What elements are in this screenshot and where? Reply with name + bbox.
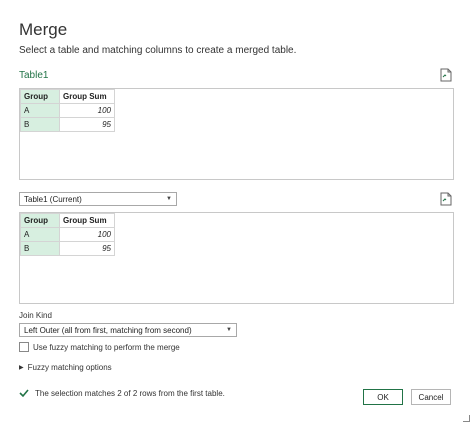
table-row: B 95 [20,241,115,256]
first-table-header-group-sum[interactable]: Group Sum [59,89,115,104]
fuzzy-options-label: Fuzzy matching options [27,363,112,372]
cancel-button[interactable]: Cancel [411,389,451,405]
table-cell: B [20,117,60,132]
fuzzy-matching-checkbox[interactable] [19,342,29,352]
fuzzy-matching-checkbox-label: Use fuzzy matching to perform the merge [33,342,180,352]
second-table-dropdown[interactable]: Table1 (Current) ▼ [19,192,177,206]
first-table-panel: Group Group Sum A 100 B 95 [19,88,454,180]
table-cell: 100 [59,103,115,118]
table-cell: A [20,227,60,242]
preview-file-icon[interactable] [440,192,452,211]
dialog-title: Merge [19,20,68,39]
table-row: A 100 [20,227,115,242]
second-table-dropdown-value: Table1 (Current) [24,194,82,204]
dialog-subtitle: Select a table and matching columns to c… [19,45,297,56]
join-kind-value: Left Outer (all from first, matching fro… [24,325,192,335]
second-table-header-group-sum[interactable]: Group Sum [59,213,115,228]
chevron-down-icon: ▼ [226,327,232,333]
table-cell: 100 [59,227,115,242]
first-table-grid: Group Group Sum A 100 B 95 [20,89,115,132]
second-table-panel: Group Group Sum A 100 B 95 [19,212,454,304]
fuzzy-matching-checkbox-row[interactable]: Use fuzzy matching to perform the merge [19,342,180,352]
second-table-grid: Group Group Sum A 100 B 95 [20,213,115,256]
chevron-down-icon: ▼ [166,196,172,202]
table-cell: 95 [59,241,115,256]
checkmark-icon [19,389,29,398]
match-status: The selection matches 2 of 2 rows from t… [19,388,225,398]
chevron-right-icon: ▶ [19,365,24,371]
first-table-header-group[interactable]: Group [20,89,60,104]
ok-button[interactable]: OK [363,389,403,405]
match-status-text: The selection matches 2 of 2 rows from t… [35,388,225,398]
table-row: B 95 [20,117,115,132]
fuzzy-options-toggle[interactable]: ▶ Fuzzy matching options [19,363,112,372]
table-cell: A [20,103,60,118]
table-cell: B [20,241,60,256]
join-kind-label: Join Kind [19,311,52,320]
preview-file-icon[interactable] [440,68,452,87]
join-kind-dropdown[interactable]: Left Outer (all from first, matching fro… [19,323,237,337]
table-row: A 100 [20,103,115,118]
second-table-header-group[interactable]: Group [20,213,60,228]
first-table-label: Table1 [19,70,49,81]
resize-grip[interactable] [463,415,470,422]
table-cell: 95 [59,117,115,132]
